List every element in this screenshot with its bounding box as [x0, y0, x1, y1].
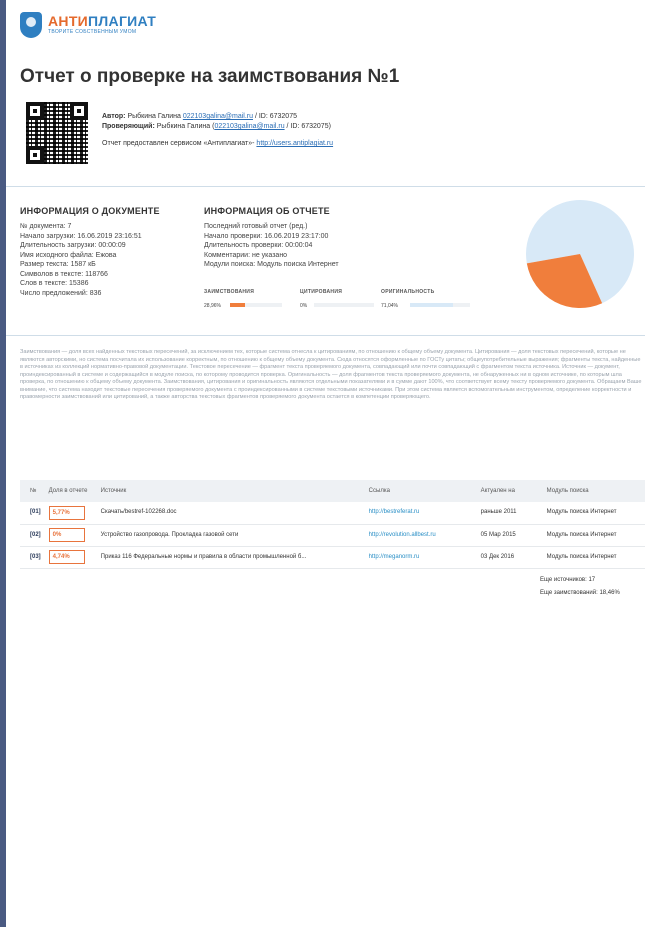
report-meta: Автор: Рыбкина Галина 022103galina@mail.…: [102, 112, 333, 149]
borrowing-label: ЗАИМСТВОВАНИЯ: [204, 289, 255, 295]
actual-date: 05 Мар 2015: [476, 524, 543, 547]
definitions-text: Заимствования — доля всех найденных текс…: [20, 349, 642, 400]
share-badge: 5,77%: [48, 505, 85, 520]
doc-info-heading: ИНФОРМАЦИЯ О ДОКУМЕНТЕ: [20, 206, 160, 216]
report-info-line: Модули поиска: Модуль поиска Интернет: [204, 261, 339, 268]
col-link: Ссылка: [364, 480, 477, 502]
borrowing-bar: [230, 303, 282, 307]
source-name: Устройство газопровода. Прокладка газово…: [96, 524, 365, 547]
col-module: Модуль поиска: [542, 480, 645, 502]
divider: [6, 186, 645, 187]
doc-info-line: № документа: 7: [20, 223, 72, 230]
brand-name: АНТИПЛАГИАТ: [48, 13, 157, 29]
report-info-line: Начало проверки: 16.06.2019 23:17:00: [204, 232, 329, 240]
doc-info-line: Число предложений: 836: [20, 289, 102, 297]
actual-date: 03 Дек 2016: [476, 546, 543, 569]
report-page: АНТИПЛАГИАТ ТВОРИТЕ СОБСТВЕННЫМ УМОМ Отч…: [6, 0, 645, 927]
borrowing-bar-fill: [230, 303, 246, 307]
originality-value: 71,04%: [381, 303, 398, 309]
doc-info-line: Длительность загрузки: 00:00:09: [20, 242, 126, 249]
share-badge: 0%: [48, 528, 85, 542]
divider: [6, 335, 645, 336]
doc-info-line: Слов в тексте: 15386: [20, 280, 89, 287]
originality-pie-chart: [526, 200, 634, 308]
borrowing-value: 28,96%: [204, 303, 221, 309]
report-info-list: Последний готовый отчет (ред.) Начало пр…: [204, 222, 339, 270]
doc-info-list: № документа: 7 Начало загрузки: 16.06.20…: [20, 222, 142, 298]
col-source: Источник: [96, 480, 365, 502]
table-row[interactable]: [02] 0% Устройство газопровода. Прокладк…: [20, 524, 645, 547]
source-link[interactable]: http://bestreferat.ru: [369, 509, 420, 515]
report-info-line: Комментарии: не указано: [204, 251, 288, 259]
shield-logo-icon: [20, 12, 42, 38]
actual-date: раньше 2011: [476, 502, 543, 525]
service-line: Отчет предоставлен сервисом «Антиплагиат…: [102, 140, 334, 147]
page-title: Отчет о проверке на заимствования №1: [20, 66, 400, 87]
col-num: №: [20, 480, 45, 502]
source-name: Скачать/bestref-102268.doc: [96, 502, 365, 525]
author-email-link[interactable]: 022103galina@mail.ru: [183, 113, 253, 120]
report-info-heading: ИНФОРМАЦИЯ ОБ ОТЧЕТЕ: [204, 206, 330, 216]
author-line: Автор: Рыбкина Галина 022103galina@mail.…: [102, 113, 297, 120]
originality-bar-fill: [410, 303, 453, 307]
originality-bar: [410, 303, 470, 307]
table-row[interactable]: [01] 5,77% Скачать/bestref-102268.doc ht…: [20, 502, 645, 525]
brand-tagline: ТВОРИТЕ СОБСТВЕННЫМ УМОМ: [48, 29, 137, 35]
col-actual: Актуален на: [476, 480, 543, 502]
sources-table: № Доля в отчете Источник Ссылка Актуален…: [20, 480, 645, 569]
citation-value: 0%: [300, 303, 308, 309]
antiplagiat-logo: АНТИПЛАГИАТ ТВОРИТЕ СОБСТВЕННЫМ УМОМ: [20, 12, 156, 38]
report-info-line: Последний готовый отчет (ред.): [204, 223, 308, 230]
checker-email-link[interactable]: 022103galina@mail.ru: [214, 123, 284, 130]
report-info-line: Длительность проверки: 00:00:04: [204, 242, 313, 249]
doc-info-line: Размер текста: 1587 кБ: [20, 261, 96, 268]
source-link[interactable]: http://revolution.allbest.ru: [369, 532, 436, 538]
checker-line: Проверяющий: Рыбкина Галина (022103galin…: [102, 123, 331, 130]
citation-bar: [314, 303, 374, 307]
doc-info-line: Начало загрузки: 16.06.2019 23:16:51: [20, 232, 142, 240]
share-badge: 4,74%: [48, 550, 85, 564]
originality-label: ОРИГИНАЛЬНОСТЬ: [381, 289, 435, 295]
more-sources: Еще источников: 17: [540, 577, 596, 583]
citation-label: ЦИТИРОВАНИЯ: [300, 289, 343, 295]
table-row[interactable]: [03] 4,74% Приказ 116 Федеральные нормы …: [20, 546, 645, 569]
search-module: Модуль поиска Интернет: [542, 546, 645, 569]
source-name: Приказ 116 Федеральные нормы и правила в…: [96, 546, 365, 569]
doc-info-line: Имя исходного файла: Ежова: [20, 251, 117, 259]
qr-code-icon: [24, 100, 90, 166]
source-link[interactable]: http://meganorm.ru: [369, 554, 420, 560]
doc-info-line: Символов в тексте: 118766: [20, 270, 108, 278]
service-url-link[interactable]: http://users.antiplagiat.ru: [256, 140, 333, 147]
more-borrowings: Еще заимствований: 18,46%: [540, 590, 620, 596]
search-module: Модуль поиска Интернет: [542, 502, 645, 525]
search-module: Модуль поиска Интернет: [542, 524, 645, 547]
table-header-row: № Доля в отчете Источник Ссылка Актуален…: [20, 480, 645, 502]
col-share: Доля в отчете: [44, 480, 97, 502]
